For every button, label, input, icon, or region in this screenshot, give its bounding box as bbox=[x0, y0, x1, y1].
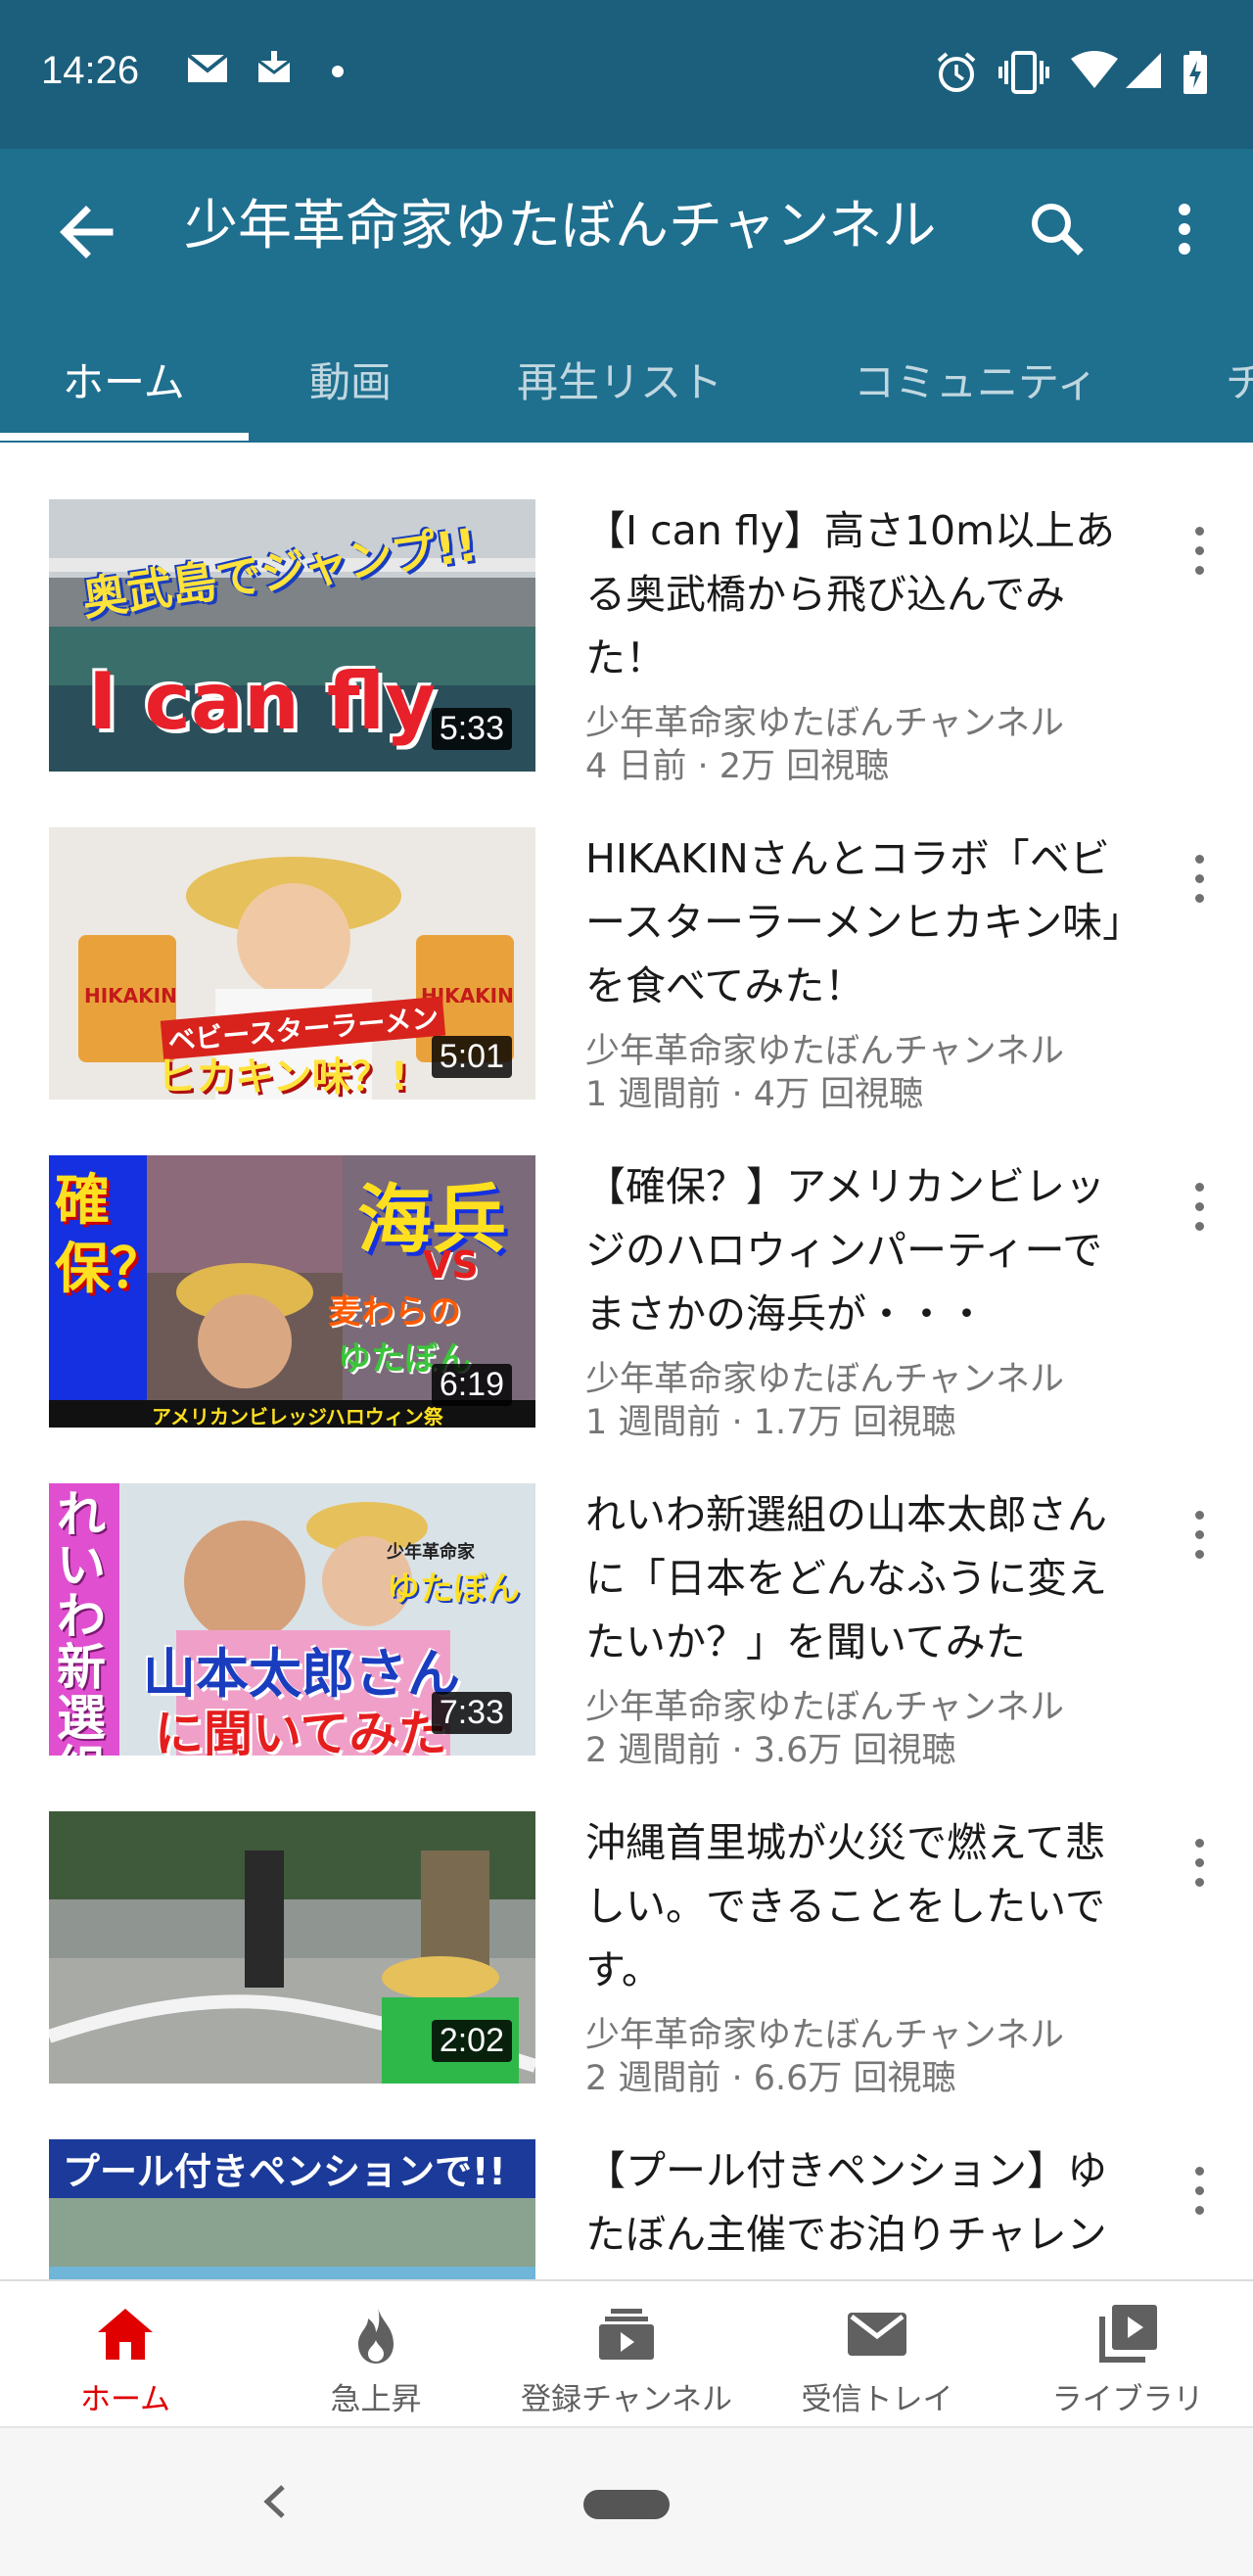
more-vert-icon[interactable] bbox=[1175, 1169, 1224, 1247]
tab-videos[interactable]: 動画 bbox=[309, 323, 392, 443]
search-icon[interactable] bbox=[1018, 190, 1096, 268]
thumbnail-caption: I can fly bbox=[88, 656, 437, 747]
library-icon bbox=[1099, 2305, 1157, 2363]
subscriptions-icon bbox=[599, 2309, 654, 2360]
video-duration: 5:33 bbox=[431, 708, 512, 750]
video-thumbnail[interactable]: れいわ新選組 少年革命家 ゆたぼん 山本太郎さん に聞いてみた 7:33 bbox=[49, 1483, 535, 1756]
more-vert-icon[interactable] bbox=[1175, 513, 1224, 591]
status-time: 14:26 bbox=[41, 49, 140, 92]
video-item[interactable]: 奥武島でジャンプ!! I can fly 5:33 【I can fly】高さ1… bbox=[0, 499, 1253, 827]
battery-charging-icon bbox=[1183, 51, 1207, 94]
video-title[interactable]: 【確保？】アメリカンビレッジのハロウィンパーティーでまさかの海兵が・・・ bbox=[585, 1155, 1134, 1346]
video-meta: 1 週間前 · 4万 回視聴 bbox=[585, 1075, 924, 1114]
vibrate-icon bbox=[998, 51, 1049, 94]
video-duration: 5:01 bbox=[431, 1036, 512, 1078]
tab-indicator bbox=[0, 433, 249, 441]
trending-flame-icon bbox=[358, 2307, 394, 2364]
thumbnail-caption: プール付きペンションで!! bbox=[63, 2150, 506, 2193]
more-vert-icon[interactable] bbox=[1175, 2153, 1224, 2231]
thumbnail-caption: アメリカンビレッジハロウィン祭 bbox=[152, 1405, 443, 1428]
mail-download-icon bbox=[257, 51, 291, 82]
nav-label: ホーム bbox=[79, 2382, 171, 2417]
nav-inbox[interactable]: 受信トレイ bbox=[752, 2281, 1002, 2428]
video-thumbnail[interactable]: 2:02 bbox=[49, 1811, 535, 2084]
mail-icon bbox=[186, 53, 229, 82]
nav-label: 登録チャンネル bbox=[520, 2382, 733, 2417]
video-list[interactable]: 奥武島でジャンプ!! I can fly 5:33 【I can fly】高さ1… bbox=[0, 443, 1253, 2279]
bottom-navigation: ホーム 急上昇 登録チャンネル 受信トレイ ライブラリ bbox=[0, 2279, 1253, 2426]
more-vert-icon[interactable] bbox=[1175, 1825, 1224, 1903]
dot-icon bbox=[332, 66, 344, 77]
nav-subscriptions[interactable]: 登録チャンネル bbox=[501, 2281, 752, 2428]
thumbnail-caption: ヒカキン味？! bbox=[157, 1054, 409, 1100]
signal-icon bbox=[1126, 53, 1161, 88]
inbox-mail-icon bbox=[848, 2313, 906, 2356]
video-meta: 2 週間前 · 6.6万 回視聴 bbox=[585, 2059, 956, 2098]
nav-home[interactable]: ホーム bbox=[0, 2281, 251, 2428]
video-thumbnail[interactable]: HIKAKIN HIKAKIN ベビースターラーメン ヒカキン味？! 5:01 bbox=[49, 827, 535, 1100]
more-vert-icon[interactable] bbox=[1150, 190, 1219, 268]
video-meta: 4 日前 · 2万 回視聴 bbox=[585, 747, 890, 786]
more-vert-icon[interactable] bbox=[1175, 1497, 1224, 1575]
thumbnail-caption: VS bbox=[423, 1243, 479, 1287]
video-item[interactable]: 確保？ 海兵 VS 麦わらの ゆたぼん アメリカンビレッジハロウィン祭 6:19… bbox=[0, 1155, 1253, 1483]
system-navigation-bar bbox=[0, 2426, 1253, 2576]
thumbnail-caption: れいわ新選組 bbox=[57, 1486, 106, 1756]
tab-playlists[interactable]: 再生リスト bbox=[517, 323, 722, 443]
home-pill-icon[interactable] bbox=[583, 2490, 670, 2519]
video-thumbnail[interactable]: プール付きペンションで!! bbox=[49, 2139, 535, 2279]
video-item[interactable]: プール付きペンションで!! 【プール付きペンション】ゆたぼん主催でお泊りチャレン… bbox=[0, 2139, 1253, 2279]
video-item[interactable]: れいわ新選組 少年革命家 ゆたぼん 山本太郎さん に聞いてみた 7:33 れいわ… bbox=[0, 1483, 1253, 1811]
video-title[interactable]: 【I can fly】高さ10m以上ある奥武橋から飛び込んでみた！ bbox=[585, 499, 1134, 690]
nav-label: 受信トレイ bbox=[801, 2382, 953, 2417]
thumbnail-caption: ゆたぼん bbox=[387, 1569, 520, 1609]
video-meta: 2 週間前 · 3.6万 回視聴 bbox=[585, 1731, 956, 1770]
video-meta: 1 週間前 · 1.7万 回視聴 bbox=[585, 1403, 956, 1442]
thumbnail-caption: に聞いてみた bbox=[155, 1706, 447, 1756]
video-duration: 6:19 bbox=[431, 1364, 512, 1406]
more-vert-icon[interactable] bbox=[1175, 841, 1224, 919]
nav-library[interactable]: ライブラリ bbox=[1002, 2281, 1253, 2428]
chevron-left-icon[interactable] bbox=[250, 2467, 299, 2536]
thumbnail-caption: HIKAKIN bbox=[84, 984, 177, 1007]
video-duration: 2:02 bbox=[431, 2020, 512, 2062]
video-duration: 7:33 bbox=[431, 1692, 512, 1734]
thumbnail-caption: 少年革命家 bbox=[387, 1542, 475, 1563]
nav-label: ライブラリ bbox=[1051, 2382, 1204, 2417]
video-title[interactable]: 沖縄首里城が火災で燃えて悲しい。できることをしたいです。 bbox=[585, 1811, 1134, 2002]
status-bar: 14:26 bbox=[0, 0, 1253, 149]
app-bar: 少年革命家ゆたぼんチャンネル ホーム 動画 再生リスト コミュニティ チ bbox=[0, 149, 1253, 443]
video-thumbnail[interactable]: 確保？ 海兵 VS 麦わらの ゆたぼん アメリカンビレッジハロウィン祭 6:19 bbox=[49, 1155, 535, 1428]
video-item[interactable]: 2:02 沖縄首里城が火災で燃えて悲しい。できることをしたいです。 少年革命家ゆ… bbox=[0, 1811, 1253, 2139]
nav-label: 急上昇 bbox=[330, 2382, 422, 2417]
arrow-back-icon[interactable] bbox=[49, 193, 127, 271]
video-title[interactable]: HIKAKINさんとコラボ「ベビースターラーメンヒカキン味」を食べてみた！ bbox=[585, 827, 1134, 1018]
video-title[interactable]: れいわ新選組の山本太郎さんに「日本をどんなふうに変えたいか？」を聞いてみた bbox=[585, 1483, 1134, 1674]
tab-community[interactable]: コミュニティ bbox=[854, 323, 1097, 443]
home-icon bbox=[98, 2309, 153, 2360]
video-title[interactable]: 【プール付きペンション】ゆたぼん主催でお泊りチャレンジ bbox=[585, 2139, 1134, 2279]
thumbnail-caption: 確保？ bbox=[55, 1169, 164, 1301]
alarm-icon bbox=[937, 52, 976, 92]
thumbnail-caption: 麦わらの bbox=[328, 1292, 461, 1332]
video-thumbnail[interactable]: 奥武島でジャンプ!! I can fly 5:33 bbox=[49, 499, 535, 772]
tab-channels[interactable]: チ bbox=[1226, 323, 1253, 443]
video-item[interactable]: HIKAKIN HIKAKIN ベビースターラーメン ヒカキン味？! 5:01 … bbox=[0, 827, 1253, 1155]
tab-home[interactable]: ホーム bbox=[63, 323, 185, 443]
nav-trending[interactable]: 急上昇 bbox=[251, 2281, 501, 2428]
wifi-icon bbox=[1071, 51, 1118, 88]
channel-title: 少年革命家ゆたぼんチャンネル bbox=[184, 194, 937, 257]
channel-tabs: ホーム 動画 再生リスト コミュニティ チ bbox=[0, 323, 1253, 443]
